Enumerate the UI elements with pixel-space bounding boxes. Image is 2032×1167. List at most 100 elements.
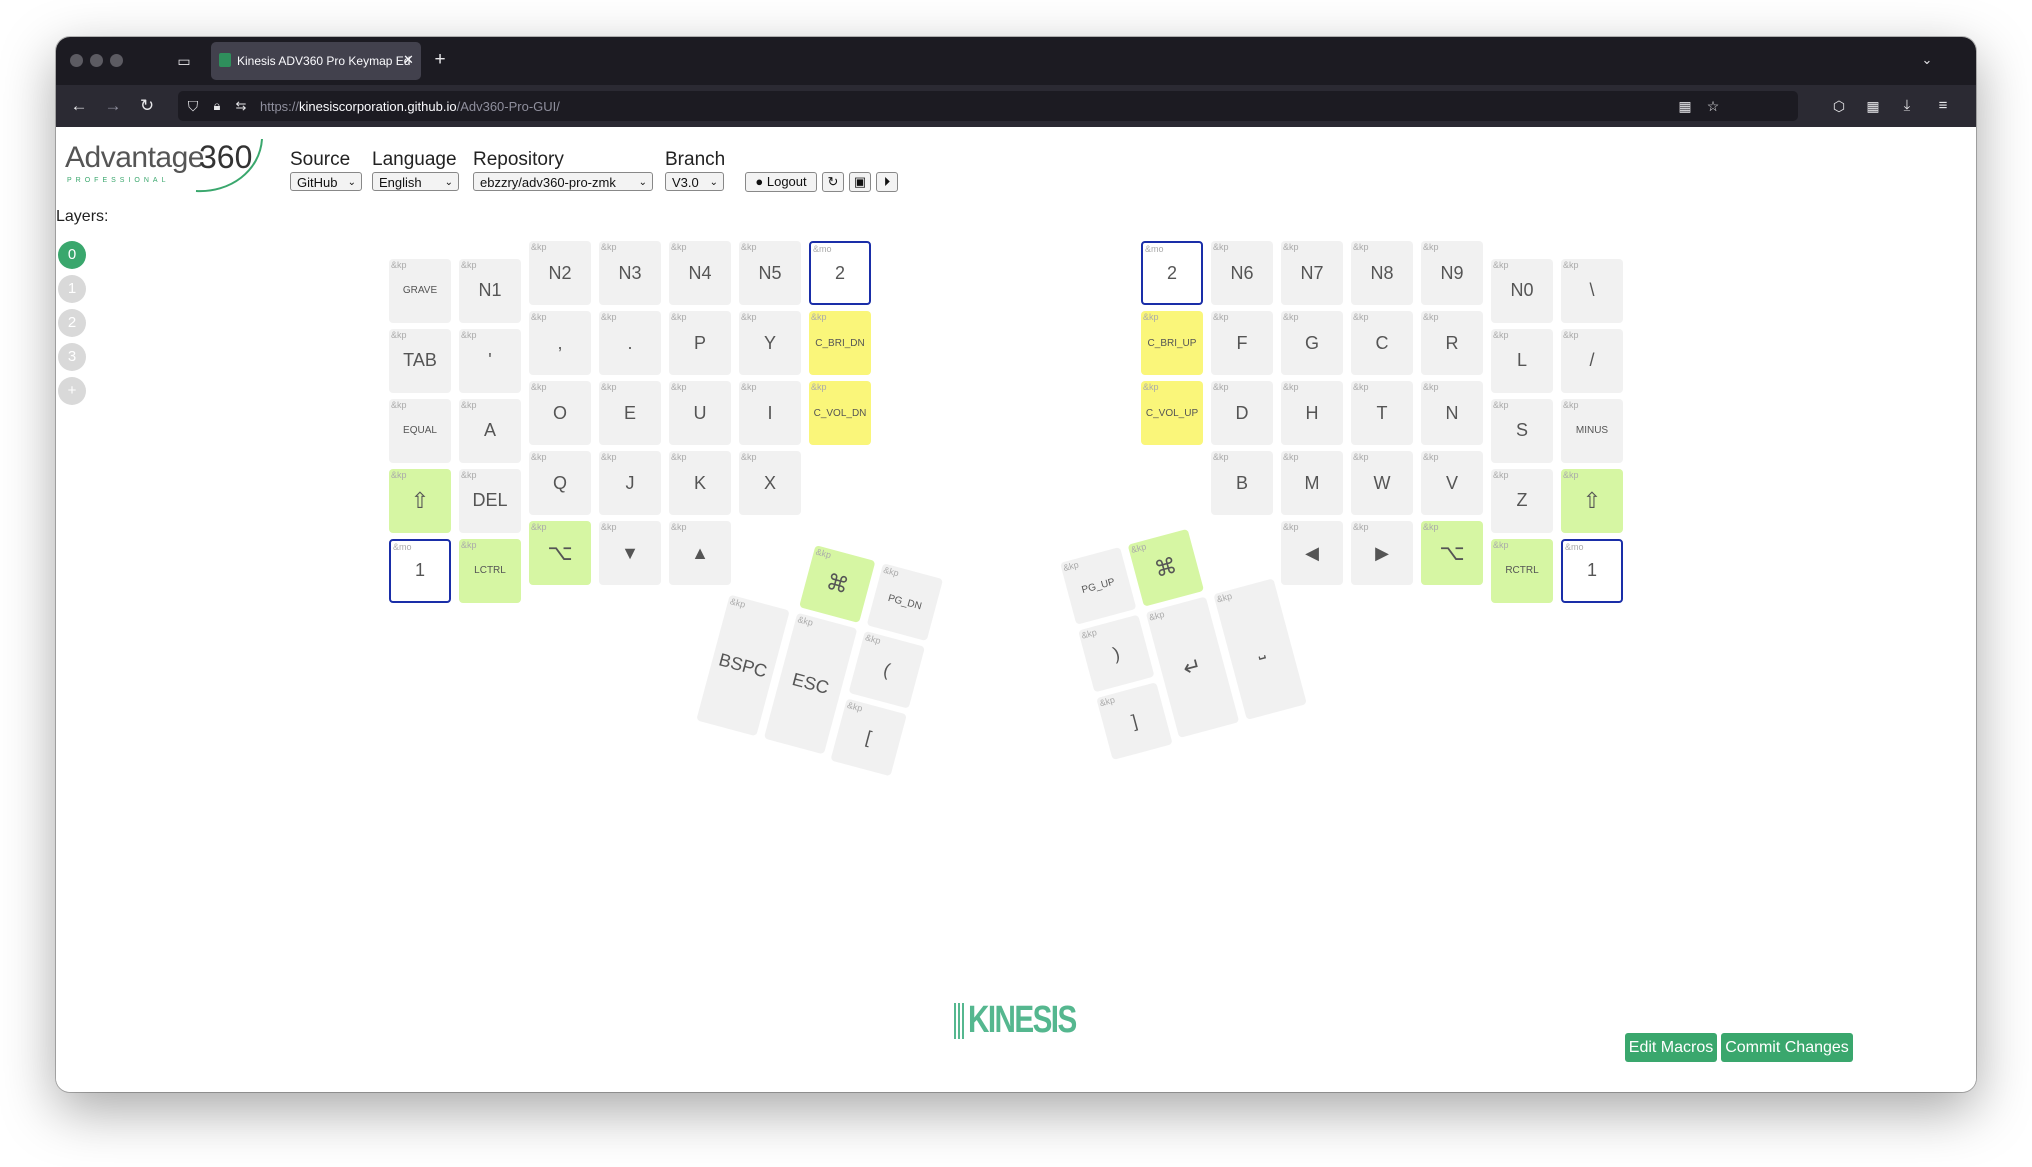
key[interactable]: &kp N1 <box>459 258 521 323</box>
key[interactable]: &kp / <box>1561 328 1623 393</box>
key[interactable]: &kp Z <box>1491 468 1553 533</box>
key[interactable]: &kp ⌥ <box>1421 521 1483 585</box>
key[interactable]: &kp C <box>1351 311 1413 375</box>
save-button[interactable]: ▣ <box>849 172 871 192</box>
key[interactable]: &mo 1 <box>389 538 451 603</box>
key[interactable]: &kp N4 <box>669 241 731 305</box>
key[interactable]: &kp ⌥ <box>529 521 591 585</box>
key[interactable]: &kp D <box>1211 381 1273 445</box>
layer-button[interactable]: 1 <box>58 275 86 303</box>
layer-button[interactable]: 2 <box>58 309 86 337</box>
key[interactable]: &kp G <box>1281 311 1343 375</box>
key[interactable]: &kp GRAVE <box>389 258 451 323</box>
key[interactable]: &kp LCTRL <box>459 538 521 603</box>
key[interactable]: &kp K <box>669 451 731 515</box>
key[interactable]: &kp N <box>1421 381 1483 445</box>
layer-button[interactable]: 0 <box>58 241 86 269</box>
key[interactable]: &kp ⌘ <box>1127 528 1205 607</box>
key[interactable]: &kp I <box>739 381 801 445</box>
menu-icon[interactable]: ≡ <box>1932 96 1954 116</box>
key[interactable]: &kp F <box>1211 311 1273 375</box>
key[interactable]: &kp L <box>1491 328 1553 393</box>
key[interactable]: &kp X <box>739 451 801 515</box>
branch-select[interactable]: V3.0 ⌄ <box>665 172 724 191</box>
key[interactable]: &kp Q <box>529 451 591 515</box>
key[interactable]: &mo 2 <box>809 241 871 305</box>
key[interactable]: &kp ' <box>459 328 521 393</box>
key[interactable]: &kp N3 <box>599 241 661 305</box>
reload-icon[interactable]: ↻ <box>136 96 158 116</box>
key[interactable]: &kp] <box>1096 682 1173 761</box>
key[interactable]: &kp MINUS <box>1561 398 1623 463</box>
language-select[interactable]: English ⌄ <box>372 172 459 191</box>
key[interactable]: &kp C_BRI_DN <box>809 311 871 375</box>
window-zoom-button[interactable] <box>110 54 123 67</box>
bookmark-star-icon[interactable]: ☆ <box>1702 96 1724 116</box>
key[interactable]: &kp ▲ <box>669 521 731 585</box>
key[interactable]: &kp DEL <box>459 468 521 533</box>
key[interactable]: &kp B <box>1211 451 1273 515</box>
key[interactable]: &kp N8 <box>1351 241 1413 305</box>
layer-button[interactable]: 3 <box>58 343 86 371</box>
key[interactable]: &kp[ <box>830 698 907 777</box>
source-select[interactable]: GitHub ⌄ <box>290 172 362 191</box>
close-tab-icon[interactable]: ✕ <box>403 52 414 68</box>
key[interactable]: &kp N2 <box>529 241 591 305</box>
repository-select[interactable]: ebzzry/adv360-pro-zmk ⌄ <box>473 172 653 191</box>
key[interactable]: &kp S <box>1491 398 1553 463</box>
key[interactable]: &mo 1 <box>1561 538 1623 603</box>
refresh-button[interactable]: ↻ <box>822 172 844 192</box>
key[interactable]: &kp E <box>599 381 661 445</box>
key[interactable]: &kp P <box>669 311 731 375</box>
key[interactable]: &kp J <box>599 451 661 515</box>
key[interactable]: &kp. <box>599 311 661 375</box>
key[interactable]: &kp( <box>848 630 925 709</box>
key[interactable]: &kp R <box>1421 311 1483 375</box>
key[interactable]: &kp V <box>1421 451 1483 515</box>
lock-icon[interactable]: 🔒︎ <box>206 96 228 116</box>
key[interactable]: &kp RCTRL <box>1491 538 1553 603</box>
key[interactable]: &kp ▶ <box>1351 521 1413 585</box>
url-bar[interactable]: ⛉ 🔒︎ ⇆ https://kinesiscorporation.github… <box>178 91 1798 121</box>
edit-macros-button[interactable]: Edit Macros <box>1625 1033 1717 1062</box>
permissions-icon[interactable]: ⇆ <box>230 96 252 116</box>
key[interactable]: &kp ⇧ <box>1561 468 1623 533</box>
window-close-button[interactable] <box>70 54 83 67</box>
shield-icon[interactable]: ⛉ <box>182 96 204 116</box>
key[interactable]: &kp Y <box>739 311 801 375</box>
key[interactable]: &kp ◀ <box>1281 521 1343 585</box>
key[interactable]: &kp PG_DN <box>866 563 944 642</box>
browser-tab[interactable]: Kinesis ADV360 Pro Keymap Ed ✕ <box>211 42 421 80</box>
key[interactable]: &kp H <box>1281 381 1343 445</box>
key[interactable]: &kp) <box>1078 614 1155 693</box>
key[interactable]: &kp C_VOL_DN <box>809 381 871 445</box>
tab-overview-icon[interactable]: ▭ <box>173 51 195 71</box>
key[interactable]: &kp ⌘ <box>799 545 876 623</box>
commit-changes-button[interactable]: Commit Changes <box>1721 1033 1853 1062</box>
key[interactable]: &kp C_BRI_UP <box>1141 311 1203 375</box>
key[interactable]: &kp N6 <box>1211 241 1273 305</box>
key[interactable]: &kp ▼ <box>599 521 661 585</box>
key[interactable]: &kp \ <box>1561 258 1623 323</box>
key[interactable]: &kp N0 <box>1491 258 1553 323</box>
key[interactable]: &kp PG_UP <box>1060 546 1137 625</box>
window-minimize-button[interactable] <box>90 54 103 67</box>
key[interactable]: &kp A <box>459 398 521 463</box>
key[interactable]: &mo 2 <box>1141 241 1203 305</box>
key[interactable]: &kp N5 <box>739 241 801 305</box>
key[interactable]: &kp N9 <box>1421 241 1483 305</box>
key[interactable]: &kp T <box>1351 381 1413 445</box>
apps-icon[interactable]: ▦ <box>1862 96 1884 116</box>
add-layer-button[interactable]: + <box>58 377 86 405</box>
key[interactable]: &kp, <box>529 311 591 375</box>
download-icon[interactable]: ⤓ <box>1896 96 1918 116</box>
back-icon[interactable]: ← <box>68 96 90 116</box>
chevron-down-icon[interactable]: ⌄ <box>1916 50 1938 70</box>
key[interactable]: &kp C_VOL_UP <box>1141 381 1203 445</box>
key[interactable]: &kp TAB <box>389 328 451 393</box>
logout-button[interactable]: ● Logout <box>745 172 817 192</box>
key[interactable]: &kp N7 <box>1281 241 1343 305</box>
extensions-icon[interactable]: ⬡ <box>1828 96 1850 116</box>
qr-icon[interactable]: ▦ <box>1674 96 1696 116</box>
key[interactable]: &kp O <box>529 381 591 445</box>
